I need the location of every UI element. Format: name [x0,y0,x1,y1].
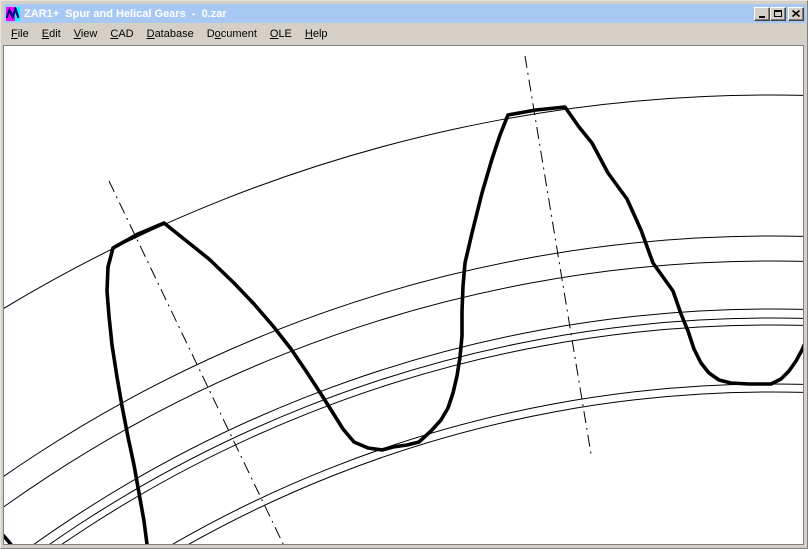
menu-item-document[interactable]: Document [201,26,263,42]
tooth-profile [107,107,803,544]
menu-item-cad[interactable]: CAD [104,26,139,42]
reference-circle [4,325,803,544]
title-bar: ZAR1+ Spur and Helical Gears - 0.zar [4,4,806,23]
menu-item-file[interactable]: File [5,26,35,42]
reference-circle [4,309,803,544]
menu-item-help[interactable]: Help [299,26,334,42]
titlebar-buttons [754,7,804,21]
maximize-icon [774,10,782,17]
menu-bar: FileEditViewCADDatabaseDocumentOLEHelp [4,23,806,44]
minimize-icon [759,16,765,18]
app-icon [6,7,20,21]
window-title: ZAR1+ Spur and Helical Gears - 0.zar [24,8,754,20]
menu-item-database[interactable]: Database [141,26,200,42]
reference-circle [4,261,803,544]
close-button[interactable] [788,7,804,21]
tooth-profile [4,534,15,544]
menu-item-ole[interactable]: OLE [264,26,298,42]
close-icon [792,10,800,17]
menu-item-edit[interactable]: Edit [36,26,67,42]
minimize-button[interactable] [754,7,770,21]
gear-drawing [4,46,803,544]
menu-item-view[interactable]: View [68,26,104,42]
reference-circle [4,236,803,544]
drawing-canvas[interactable] [3,45,804,545]
tooth-centerline [525,56,591,454]
maximize-button[interactable] [770,7,786,21]
app-window: ZAR1+ Spur and Helical Gears - 0.zar Fil… [0,0,808,549]
